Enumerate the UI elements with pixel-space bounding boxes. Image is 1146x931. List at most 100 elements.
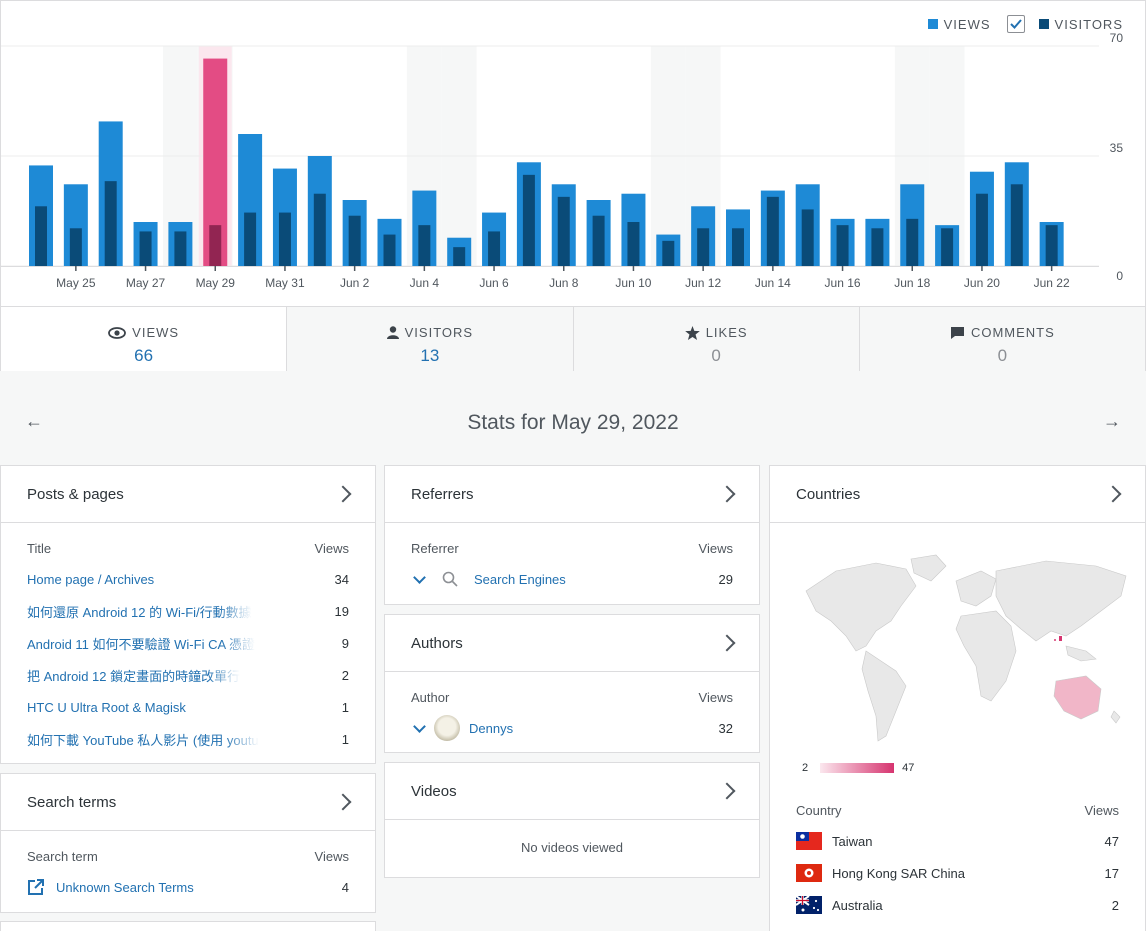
- videos-header[interactable]: Videos: [385, 763, 759, 820]
- visitors-bar[interactable]: [174, 231, 187, 266]
- visitors-bar[interactable]: [383, 234, 396, 266]
- list-item[interactable]: 如何還原 Android 12 的 Wi-Fi/行動數據 19: [1, 595, 375, 627]
- tab-comments-value: 0: [997, 346, 1008, 365]
- referrers-col-referrer: Referrer: [411, 541, 459, 556]
- visitors-bar[interactable]: [941, 228, 954, 266]
- chevron-right-icon[interactable]: [1104, 485, 1122, 503]
- star-icon: [684, 325, 700, 340]
- list-item[interactable]: 把 Android 12 鎖定畫面的時鐘改單行 2: [1, 659, 375, 691]
- person-icon: [386, 326, 399, 339]
- visitors-bar[interactable]: [801, 209, 814, 266]
- visitors-swatch: [1038, 19, 1049, 29]
- videos-title: Videos: [411, 782, 457, 800]
- visitors-bar[interactable]: [313, 193, 326, 266]
- scale-max: 47: [902, 762, 915, 774]
- visitors-bar[interactable]: [488, 231, 501, 266]
- expand-chevron-icon[interactable]: [413, 570, 426, 584]
- visitors-bar[interactable]: [697, 228, 710, 266]
- australia-region[interactable]: [1053, 675, 1102, 720]
- visitors-bar[interactable]: [35, 206, 47, 266]
- visitors-bar[interactable]: [104, 181, 117, 266]
- authors-col-views: Views: [698, 690, 733, 705]
- post-link[interactable]: HTC U Ultra Root & Magisk: [27, 700, 186, 715]
- next-period-arrow-icon[interactable]: →: [1103, 411, 1121, 432]
- chevron-right-icon[interactable]: [718, 782, 736, 800]
- world-map[interactable]: [796, 551, 1136, 751]
- visitors-bar[interactable]: [592, 215, 605, 266]
- chevron-right-icon[interactable]: [718, 634, 736, 652]
- referrers-header[interactable]: Referrers: [385, 466, 759, 523]
- legend-views-label: VIEWS: [943, 16, 991, 32]
- visitors-bar[interactable]: [1010, 184, 1023, 266]
- chevron-right-icon[interactable]: [334, 793, 352, 811]
- tab-likes[interactable]: LIKES 0: [572, 307, 859, 371]
- tab-comments[interactable]: COMMENTS 0: [858, 307, 1145, 371]
- visitors-bar[interactable]: [975, 193, 988, 266]
- search-terms-module: Search terms Search term Views Unknown S…: [0, 773, 376, 913]
- list-item[interactable]: Dennys 32: [385, 712, 759, 744]
- author-link[interactable]: Dennys: [469, 721, 513, 736]
- list-item[interactable]: 如何下載 YouTube 私人影片 (使用 youtube-dl) 1: [1, 723, 375, 755]
- expand-chevron-icon[interactable]: [413, 719, 426, 733]
- list-item[interactable]: Home page / Archives 34: [1, 563, 375, 595]
- visitors-bar[interactable]: [69, 228, 82, 266]
- tab-views-value: 66: [134, 346, 154, 365]
- y-tick-label: 70: [1110, 31, 1124, 45]
- taiwan-region[interactable]: [1059, 636, 1062, 641]
- countries-module: Countries 2 47 Country Views Taiwan 47 H…: [769, 465, 1146, 931]
- post-link[interactable]: 如何還原 Android 12 的 Wi-Fi/行動數據: [27, 602, 252, 621]
- list-item[interactable]: Search Engines 29: [385, 563, 759, 595]
- visitors-bar[interactable]: [836, 225, 849, 266]
- post-link[interactable]: 把 Android 12 鎖定畫面的時鐘改單行: [27, 666, 240, 685]
- visitors-bar[interactable]: [278, 212, 291, 266]
- legend-visitors[interactable]: VISITORS: [1006, 15, 1123, 33]
- tab-views[interactable]: VIEWS 66: [1, 307, 287, 371]
- visitors-bar[interactable]: [871, 228, 884, 266]
- visitors-bar[interactable]: [662, 240, 675, 266]
- visitors-bar[interactable]: [766, 196, 779, 266]
- post-link[interactable]: 如何下載 YouTube 私人影片 (使用 youtube-dl): [27, 730, 259, 749]
- list-item[interactable]: HTC U Ultra Root & Magisk 1: [1, 691, 375, 723]
- visitors-bar[interactable]: [139, 231, 152, 266]
- comment-icon: [950, 326, 964, 339]
- list-item[interactable]: Android 11 如何不要驗證 Wi-Fi CA 憑證 9: [1, 627, 375, 659]
- visitors-bar[interactable]: [209, 225, 222, 266]
- referrer-link[interactable]: Search Engines: [474, 572, 566, 587]
- visitors-bar[interactable]: [557, 196, 570, 266]
- posts-pages-header[interactable]: Posts & pages: [1, 466, 375, 523]
- countries-header[interactable]: Countries: [770, 466, 1145, 523]
- visitors-bar[interactable]: [732, 228, 744, 266]
- visitors-bar[interactable]: [244, 212, 257, 266]
- chevron-right-icon[interactable]: [718, 485, 736, 503]
- search-terms-header[interactable]: Search terms: [1, 774, 375, 831]
- tab-likes-label: LIKES: [705, 325, 748, 340]
- chevron-right-icon[interactable]: [334, 485, 352, 503]
- tab-visitors[interactable]: VISITORS 13: [286, 307, 573, 371]
- posts-col-views: Views: [314, 541, 349, 556]
- visitors-bar[interactable]: [1045, 225, 1058, 266]
- checkmark-icon: [1009, 19, 1022, 29]
- visitors-bar[interactable]: [627, 222, 640, 266]
- external-link-icon[interactable]: [27, 878, 45, 896]
- list-item[interactable]: Unknown Search Terms 4: [1, 871, 375, 903]
- post-link[interactable]: Home page / Archives: [27, 572, 154, 587]
- post-views: 19: [334, 603, 349, 619]
- authors-header[interactable]: Authors: [385, 615, 759, 672]
- countries-title: Countries: [796, 485, 861, 503]
- post-link[interactable]: Android 11 如何不要驗證 Wi-Fi CA 憑證: [27, 634, 255, 653]
- visitors-checkbox[interactable]: [1006, 15, 1025, 33]
- visitors-bar[interactable]: [522, 174, 535, 266]
- visitors-bar[interactable]: [418, 225, 431, 266]
- visitors-bar[interactable]: [348, 215, 361, 266]
- authors-module: Authors Author Views Dennys 32: [384, 614, 760, 753]
- search-term-link[interactable]: Unknown Search Terms: [56, 880, 194, 895]
- authors-col-author: Author: [411, 690, 450, 705]
- tab-visitors-label: VISITORS: [404, 325, 474, 340]
- authors-title: Authors: [411, 634, 463, 652]
- x-tick-label: Jun 4: [410, 276, 440, 290]
- visitors-bar[interactable]: [906, 218, 919, 266]
- hong-kong-region[interactable]: [1054, 639, 1056, 641]
- visitors-bar[interactable]: [453, 247, 466, 266]
- x-tick-label: May 29: [196, 276, 236, 290]
- list-item: Taiwan 47: [770, 825, 1145, 857]
